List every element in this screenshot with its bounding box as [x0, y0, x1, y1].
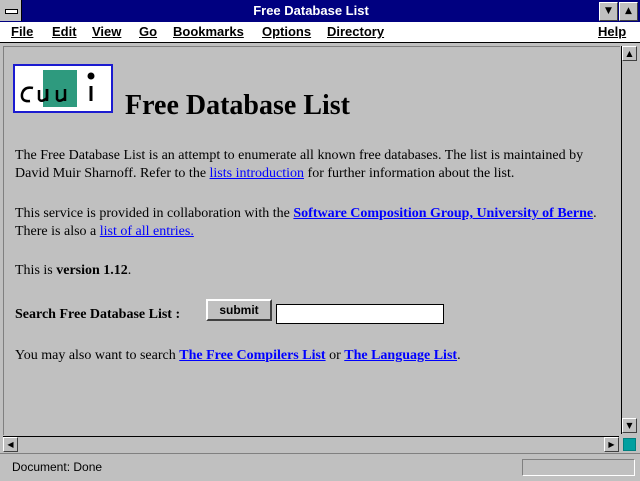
menu-bookmarks[interactable]: Bookmarks [173, 24, 244, 39]
language-list-link[interactable]: The Language List [344, 348, 457, 363]
horizontal-scrollbar[interactable]: ◀ ▶ [3, 436, 619, 452]
vertical-scrollbar[interactable]: ▲ ▼ [621, 46, 637, 434]
maximize-icon: ▲ [625, 6, 632, 16]
minimize-icon: ▼ [605, 6, 612, 16]
menu-options[interactable]: Options [262, 24, 311, 39]
status-text: Document: Done [12, 460, 103, 474]
scroll-right-button[interactable]: ▶ [604, 437, 619, 452]
window-title: Free Database List [253, 3, 369, 18]
scroll-left-button[interactable]: ◀ [3, 437, 18, 452]
system-menu-icon [5, 9, 18, 14]
menu-go[interactable]: Go [139, 24, 157, 39]
logo [13, 64, 113, 113]
free-compilers-list-link[interactable]: The Free Compilers List [179, 348, 325, 363]
search-label: Search Free Database List : [15, 307, 181, 322]
arrow-up-icon: ▲ [626, 49, 633, 58]
maximize-button[interactable]: ▲ [619, 2, 638, 21]
intro-text-end: for further information about the list. [304, 166, 515, 181]
collaboration-paragraph: This service is provided in collaboratio… [15, 205, 615, 241]
software-composition-group-link[interactable]: Software Composition Group, University o… [293, 206, 593, 221]
version-prefix: This is [15, 263, 57, 278]
menu-bar: File Edit View Go Bookmarks Options Dire… [0, 22, 640, 43]
arrow-left-icon: ◀ [7, 440, 14, 449]
also-text-or: or [325, 348, 345, 363]
page-title: Free Database List [125, 90, 350, 121]
arrow-right-icon: ▶ [608, 440, 615, 449]
cui-logo-graphic [20, 70, 95, 107]
system-menu-button[interactable] [0, 0, 22, 21]
progress-indicator [522, 459, 635, 476]
also-search-paragraph: You may also want to search The Free Com… [15, 347, 461, 365]
also-text: You may also want to search [15, 348, 180, 363]
also-text-end: . [457, 348, 461, 363]
menu-directory[interactable]: Directory [327, 24, 384, 39]
intro-paragraph: The Free Database List is an attempt to … [15, 147, 615, 183]
minimize-button[interactable]: ▼ [599, 2, 618, 21]
scroll-up-button[interactable]: ▲ [622, 46, 637, 61]
arrow-down-icon: ▼ [626, 421, 633, 430]
all-entries-link[interactable]: list of all entries. [100, 224, 194, 239]
collab-text: This service is provided in collaboratio… [15, 206, 294, 221]
search-input[interactable] [276, 304, 444, 324]
document-view[interactable]: Free Database List The Free Database Lis… [3, 46, 620, 435]
scroll-corner [621, 436, 636, 451]
menu-file[interactable]: File [11, 24, 33, 39]
version-number: version 1.12 [56, 263, 128, 278]
title-bar: Free Database List ▼ ▲ [0, 0, 640, 23]
menu-edit[interactable]: Edit [52, 24, 77, 39]
menu-view[interactable]: View [92, 24, 121, 39]
version-paragraph: This is version 1.12. [15, 262, 131, 280]
version-suffix: . [127, 263, 132, 278]
status-bar: Document: Done [0, 453, 640, 481]
lists-introduction-link[interactable]: lists introduction [210, 166, 305, 181]
menu-help[interactable]: Help [598, 24, 626, 39]
scroll-down-button[interactable]: ▼ [622, 418, 637, 433]
submit-button[interactable]: submit [206, 299, 272, 321]
resize-grip-icon [623, 438, 636, 451]
